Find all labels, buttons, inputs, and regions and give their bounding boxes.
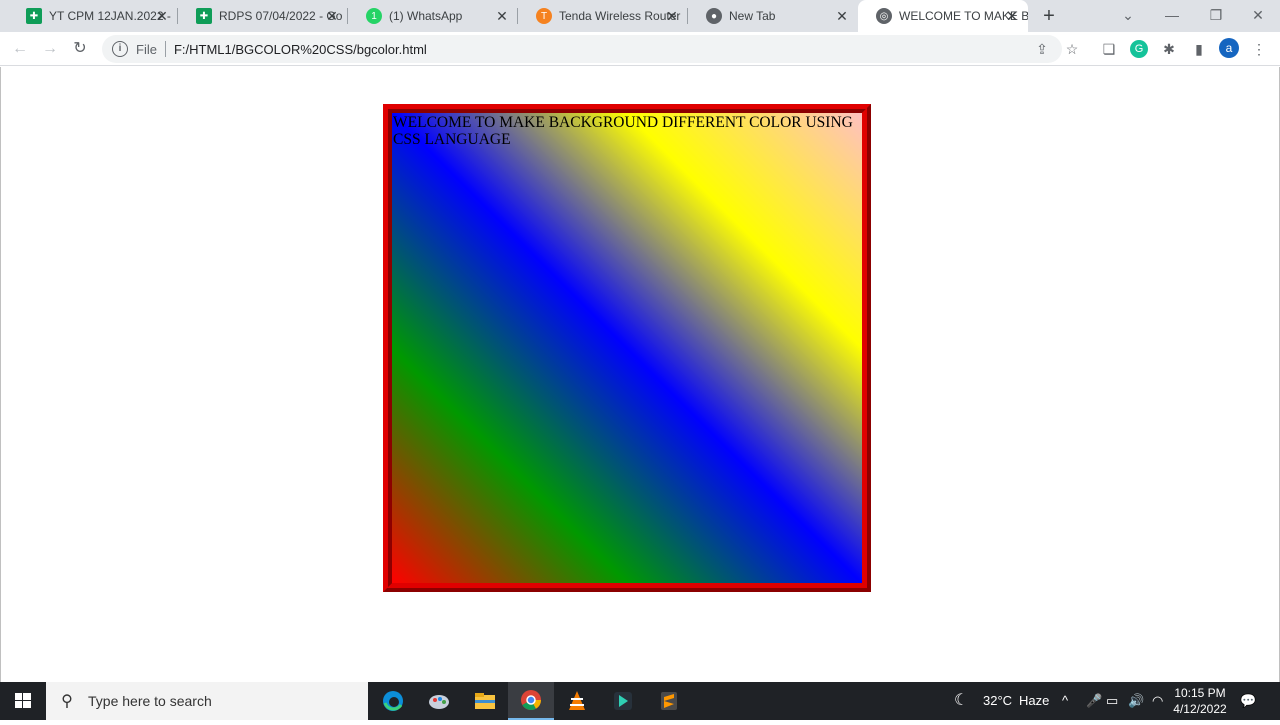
taskbar-search-box[interactable]: ⚲ Type here to search <box>46 682 368 720</box>
search-placeholder: Type here to search <box>88 693 212 709</box>
close-icon[interactable]: ✕ <box>1004 8 1020 24</box>
volume-icon[interactable]: 🔊 <box>1128 682 1144 720</box>
paint-icon[interactable] <box>416 682 462 720</box>
address-bar[interactable]: i File F:/HTML1/BGCOLOR%20CSS/bgcolor.ht… <box>102 35 1062 63</box>
tab-new-tab[interactable]: ● New Tab ✕ <box>688 0 858 32</box>
wifi-icon[interactable]: ◠ <box>1152 682 1163 720</box>
windows-start-icon[interactable] <box>0 682 46 720</box>
avatar[interactable]: a <box>1219 38 1239 58</box>
globe-icon: ◎ <box>876 8 892 24</box>
notifications-icon[interactable]: 💬 <box>1240 682 1256 720</box>
taskbar: ⚲ Type here to search ☾ 32°C Haze ^ 🎤 ▭ … <box>0 682 1280 720</box>
close-icon[interactable]: ✕ <box>834 8 850 24</box>
side-panel-icon[interactable]: ▮ <box>1190 40 1208 58</box>
menu-kebab-icon[interactable]: ⋮ <box>1250 40 1268 58</box>
share-icon[interactable]: ⇪ <box>1033 40 1051 58</box>
restore-icon[interactable]: ❐ <box>1194 0 1238 32</box>
new-tab-button[interactable]: + <box>1038 5 1060 27</box>
chrome-icon: ● <box>706 8 722 24</box>
tab-strip: ✚ YT CPM 12JAN.2022 - ✕ ✚ RDPS 07/04/202… <box>0 0 1280 32</box>
extension-copy-icon[interactable]: ❏ <box>1100 40 1118 58</box>
close-icon[interactable]: ✕ <box>154 8 170 24</box>
whatsapp-icon: 1 <box>366 8 382 24</box>
bookmark-star-icon[interactable]: ☆ <box>1063 40 1081 58</box>
tab-welcome[interactable]: ◎ WELCOME TO MAKE B ✕ <box>858 0 1028 32</box>
back-icon[interactable]: ← <box>8 37 32 61</box>
tenda-icon: T <box>536 8 552 24</box>
url-scheme: File <box>136 41 157 57</box>
clock-time: 10:15 PM <box>1174 686 1226 700</box>
tab-search-icon[interactable]: ⌄ <box>1106 0 1150 32</box>
sublime-text-icon[interactable] <box>646 682 692 720</box>
grammarly-icon[interactable]: G <box>1130 40 1148 58</box>
minimize-icon[interactable]: — <box>1150 0 1194 32</box>
reload-icon[interactable]: ↻ <box>68 37 92 61</box>
tab-tenda[interactable]: T Tenda Wireless Router ✕ <box>518 0 688 32</box>
weather-desc[interactable]: Haze <box>1019 682 1049 720</box>
weather-moon-icon: ☾ <box>954 692 969 709</box>
chrome-taskbar-icon[interactable] <box>508 682 554 720</box>
microphone-icon[interactable]: 🎤 <box>1086 682 1102 720</box>
page-viewport: WELCOME TO MAKE BACKGROUND DIFFERENT COL… <box>0 67 1280 682</box>
edge-icon[interactable] <box>370 682 416 720</box>
search-icon: ⚲ <box>61 693 73 710</box>
sheets-icon: ✚ <box>196 8 212 24</box>
file-explorer-icon[interactable] <box>462 682 508 720</box>
extensions-puzzle-icon[interactable]: ✱ <box>1160 40 1178 58</box>
weather-temp[interactable]: 32°C <box>983 682 1012 720</box>
chevron-up-icon[interactable]: ^ <box>1062 682 1068 720</box>
filmora-icon[interactable] <box>600 682 646 720</box>
forward-icon[interactable]: → <box>38 37 62 61</box>
close-icon[interactable]: ✕ <box>494 8 510 24</box>
close-icon[interactable]: ✕ <box>324 8 340 24</box>
tab-rdps[interactable]: ✚ RDPS 07/04/2022 - Go ✕ <box>178 0 348 32</box>
battery-icon[interactable]: ▭ <box>1106 682 1118 720</box>
gradient-box: WELCOME TO MAKE BACKGROUND DIFFERENT COL… <box>383 104 871 592</box>
clock-date: 4/12/2022 <box>1173 702 1227 716</box>
url-text[interactable]: F:/HTML1/BGCOLOR%20CSS/bgcolor.html <box>174 42 427 57</box>
taskbar-clock[interactable]: 10:15 PM 4/12/2022 <box>1166 685 1234 717</box>
info-icon[interactable]: i <box>112 41 128 57</box>
vlc-icon[interactable] <box>554 682 600 720</box>
tab-whatsapp[interactable]: 1 (1) WhatsApp ✕ <box>348 0 518 32</box>
close-window-icon[interactable]: ✕ <box>1236 0 1280 32</box>
close-icon[interactable]: ✕ <box>664 8 680 24</box>
welcome-text: WELCOME TO MAKE BACKGROUND DIFFERENT COL… <box>393 114 853 148</box>
browser-toolbar: ← → ↻ i File F:/HTML1/BGCOLOR%20CSS/bgco… <box>0 32 1280 66</box>
omnibox-divider <box>164 41 166 57</box>
tab-yt-cpm[interactable]: ✚ YT CPM 12JAN.2022 - ✕ <box>8 0 178 32</box>
sheets-icon: ✚ <box>26 8 42 24</box>
